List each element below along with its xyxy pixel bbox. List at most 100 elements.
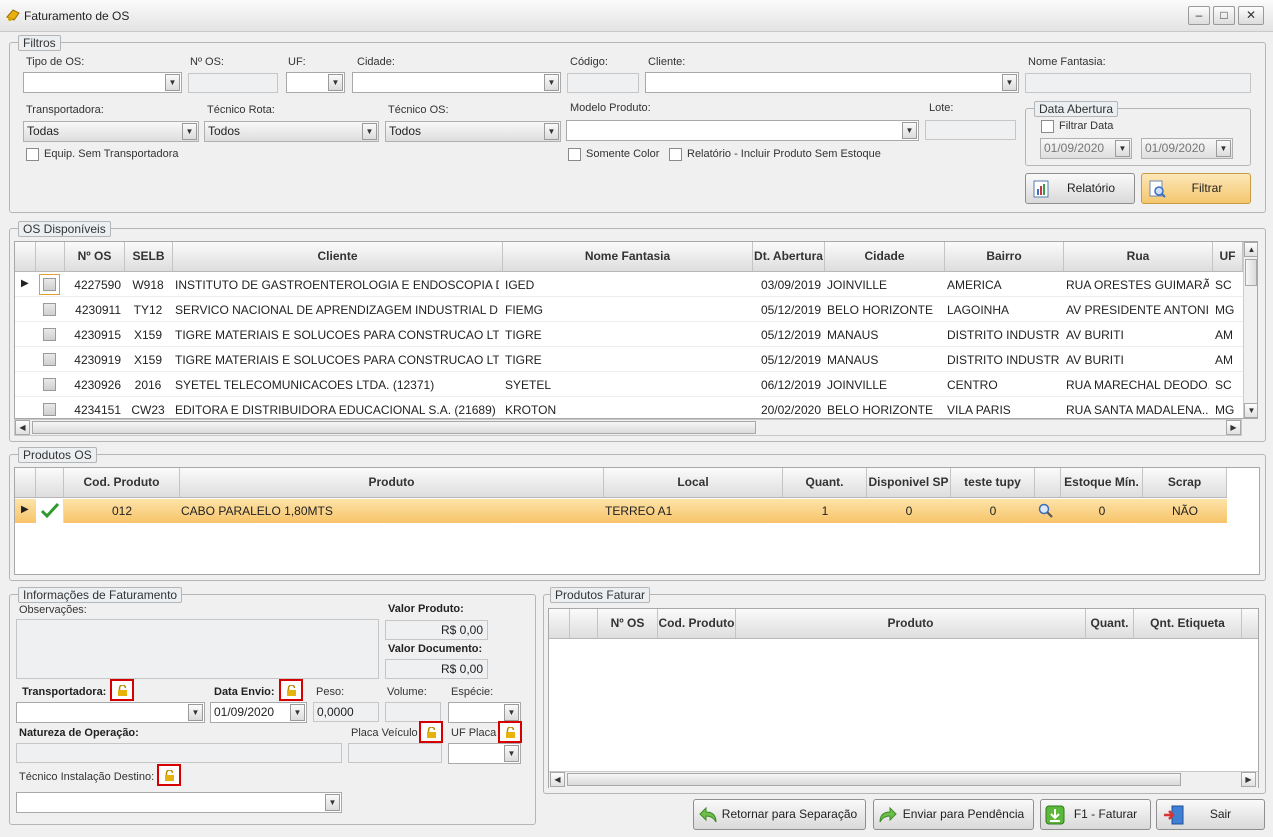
col-cod-produto[interactable]: Cod. Produto [64, 468, 180, 497]
row-select-checkbox[interactable] [43, 303, 56, 316]
placa-veiculo-input[interactable] [348, 743, 442, 763]
chevron-down-icon[interactable]: ▼ [325, 794, 340, 811]
os-grid-hscrollbar[interactable]: ◀ ▶ [14, 419, 1242, 436]
equip-sem-transp-checkbox[interactable] [26, 148, 39, 161]
transportadora-select[interactable]: ▼ [16, 702, 205, 723]
col-estoque-min[interactable]: Estoque Mín. [1061, 468, 1143, 497]
table-row[interactable]: ▶ 012 CABO PARALELO 1,80MTS TERREO A1 1 … [15, 499, 1227, 523]
col-dt-abertura[interactable]: Dt. Abertura [753, 242, 825, 271]
date-to-picker[interactable]: 01/09/2020 ▼ [1141, 138, 1233, 159]
os-grid-vscroll-thumb[interactable] [1245, 259, 1257, 286]
faturar-button[interactable]: F1 - Faturar [1040, 799, 1151, 830]
row-select-checkbox[interactable] [43, 353, 56, 366]
col-num-os[interactable]: Nº OS [598, 609, 658, 638]
col-teste-tupy[interactable]: teste tupy [951, 468, 1035, 497]
scroll-left-icon[interactable]: ◀ [550, 772, 565, 787]
scroll-up-icon[interactable]: ▲ [1244, 242, 1257, 257]
scroll-down-icon[interactable]: ▼ [1244, 403, 1257, 418]
col-disponivel-sp[interactable]: Disponivel SP [867, 468, 951, 497]
num-os-input[interactable] [188, 73, 278, 93]
col-cod-produto[interactable]: Cod. Produto [658, 609, 736, 638]
chevron-down-icon[interactable]: ▼ [362, 123, 377, 140]
table-row[interactable]: 4230926 2016 SYETEL TELECOMUNICACOES LTDA.… [15, 372, 1243, 397]
chevron-down-icon[interactable]: ▼ [165, 74, 180, 91]
col-selb[interactable]: SELB [125, 242, 173, 271]
filtrar-button[interactable]: Filtrar [1141, 173, 1251, 204]
col-scrap[interactable]: Scrap [1143, 468, 1227, 497]
codigo-input[interactable] [567, 73, 639, 93]
especie-select[interactable]: ▼ [448, 702, 521, 723]
chevron-down-icon[interactable]: ▼ [504, 745, 519, 762]
chevron-down-icon[interactable]: ▼ [504, 704, 519, 721]
chevron-down-icon[interactable]: ▼ [1216, 140, 1231, 157]
row-select-checkbox[interactable] [43, 328, 56, 341]
chevron-down-icon[interactable]: ▼ [902, 122, 917, 139]
tecnico-destino-select[interactable]: ▼ [16, 792, 342, 813]
os-grid-hscroll-thumb[interactable] [32, 421, 756, 434]
tecnico-os-select[interactable]: Todos ▼ [385, 121, 561, 142]
maximize-button[interactable]: □ [1213, 6, 1235, 25]
produtos-faturar-hscrollbar[interactable]: ◀ ▶ [549, 771, 1258, 788]
col-uf[interactable]: UF [1213, 242, 1243, 271]
relatorio-incluir-checkbox[interactable] [669, 148, 682, 161]
modelo-produto-select[interactable]: ▼ [566, 120, 919, 141]
transportadora-lock-button[interactable] [110, 679, 134, 701]
chevron-down-icon[interactable]: ▼ [544, 123, 559, 140]
col-rua[interactable]: Rua [1064, 242, 1213, 271]
observacoes-textarea[interactable] [16, 619, 379, 679]
row-select-checkbox[interactable] [43, 403, 56, 416]
enviar-pendencia-button[interactable]: Enviar para Pendência [873, 799, 1034, 830]
minimize-button[interactable]: – [1188, 6, 1210, 25]
col-produto[interactable]: Produto [736, 609, 1086, 638]
chevron-down-icon[interactable]: ▼ [328, 74, 343, 91]
relatorio-button[interactable]: Relatório [1025, 173, 1135, 204]
col-nome-fantasia[interactable]: Nome Fantasia [503, 242, 753, 271]
col-qnt-etiqueta[interactable]: Qnt. Etiqueta [1134, 609, 1242, 638]
col-num-os[interactable]: Nº OS [65, 242, 125, 271]
table-row[interactable]: 4234151 CW23 EDITORA E DISTRIBUIDORA EDUCA… [15, 397, 1243, 418]
tecnico-destino-lock-button[interactable] [157, 764, 181, 786]
produtos-faturar-hscroll-thumb[interactable] [567, 773, 1181, 786]
nome-fantasia-input[interactable] [1025, 73, 1251, 93]
lote-input[interactable] [925, 120, 1016, 140]
table-row[interactable]: 4230915 X159 TIGRE MATERIAIS E SOLUCOES PA… [15, 322, 1243, 347]
chevron-down-icon[interactable]: ▼ [182, 123, 197, 140]
uf-select[interactable]: ▼ [286, 72, 345, 93]
table-row[interactable]: ▶ 4227590 W918 INSTITUTO DE GASTROENTEROLOG… [15, 272, 1243, 297]
peso-input[interactable]: 0,0000 [313, 702, 379, 722]
tecnico-rota-select[interactable]: Todos ▼ [204, 121, 379, 142]
col-bairro[interactable]: Bairro [945, 242, 1064, 271]
placa-lock-button[interactable] [419, 721, 443, 743]
filtrar-data-checkbox[interactable] [1041, 120, 1054, 133]
data-envio-picker[interactable]: 01/09/2020 ▼ [210, 702, 307, 723]
date-from-picker[interactable]: 01/09/2020 ▼ [1040, 138, 1132, 159]
col-cidade[interactable]: Cidade [825, 242, 945, 271]
scroll-right-icon[interactable]: ▶ [1226, 420, 1241, 435]
row-select-cell[interactable] [36, 499, 64, 523]
uf-placa-lock-button[interactable] [498, 721, 522, 743]
chevron-down-icon[interactable]: ▼ [1002, 74, 1017, 91]
col-quant[interactable]: Quant. [783, 468, 867, 497]
transportadora-filter-select[interactable]: Todas ▼ [23, 121, 199, 142]
search-icon[interactable] [1038, 503, 1054, 519]
table-row[interactable]: 4230919 X159 TIGRE MATERIAIS E SOLUCOES PA… [15, 347, 1243, 372]
col-quant[interactable]: Quant. [1086, 609, 1134, 638]
tipo-os-select[interactable]: ▼ [23, 72, 182, 93]
row-select-checkbox[interactable] [39, 274, 60, 295]
somente-color-checkbox[interactable] [568, 148, 581, 161]
scroll-right-icon[interactable]: ▶ [1241, 772, 1256, 787]
cliente-select[interactable]: ▼ [645, 72, 1019, 93]
os-grid-vscrollbar[interactable]: ▲ ▼ [1243, 242, 1257, 418]
col-cliente[interactable]: Cliente [173, 242, 503, 271]
chevron-down-icon[interactable]: ▼ [290, 704, 305, 721]
volume-input[interactable] [385, 702, 441, 722]
row-select-checkbox[interactable] [43, 378, 56, 391]
cidade-select[interactable]: ▼ [352, 72, 561, 93]
chevron-down-icon[interactable]: ▼ [544, 74, 559, 91]
scroll-left-icon[interactable]: ◀ [15, 420, 30, 435]
retornar-separacao-button[interactable]: Retornar para Separação [693, 799, 866, 830]
chevron-down-icon[interactable]: ▼ [188, 704, 203, 721]
close-button[interactable]: ✕ [1238, 6, 1264, 25]
col-produto[interactable]: Produto [180, 468, 604, 497]
uf-placa-select[interactable]: ▼ [448, 743, 521, 764]
